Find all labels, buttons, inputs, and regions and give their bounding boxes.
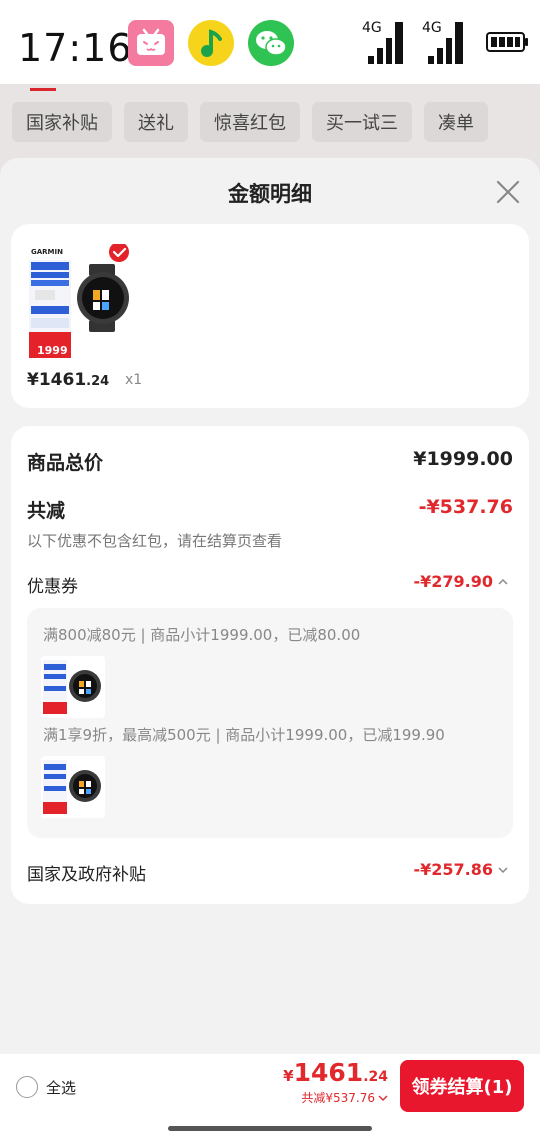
tab-gift[interactable]: 送礼 — [124, 102, 188, 142]
coupon-item-desc: 满1享9折，最高减500元 | 商品小计1999.00，已减199.90 — [43, 726, 445, 744]
product-card: GARMIN 1999 ¥1461.24 x1 — [11, 224, 529, 408]
cellular-signal-icon: 4G — [362, 18, 408, 66]
total-price-int: 1461 — [293, 1058, 364, 1087]
chevron-down-icon — [498, 866, 508, 873]
qq-music-icon — [188, 20, 234, 66]
coupon-toggle[interactable]: -¥279.90 — [413, 572, 509, 591]
product-price-int: 1461 — [38, 370, 87, 390]
cellular-signal-icon-2: 4G — [422, 18, 468, 66]
price-detail-card: 商品总价 ¥1999.00 共减 -¥537.76 以下优惠不包含红包，请在结算… — [11, 426, 529, 904]
signal-label: 4G — [362, 20, 382, 36]
subsidy-value: -¥257.86 — [413, 860, 493, 879]
active-indicator — [30, 88, 56, 91]
coupon-item-product-image — [41, 756, 105, 818]
status-bar: 17:16 4G 4G — [0, 0, 540, 84]
battery-icon — [486, 31, 530, 53]
total-saved-text: 共减¥537.76 — [301, 1091, 375, 1105]
subsidy-toggle[interactable]: -¥257.86 — [413, 860, 509, 879]
product-image[interactable]: GARMIN 1999 — [27, 242, 145, 360]
amount-detail-sheet: 金额明细 GARMIN 1999 ¥1461.24 x1 商品总价 ¥1999.… — [0, 158, 540, 1140]
chevron-up-icon — [498, 578, 508, 585]
total-price-dec: .24 — [363, 1069, 388, 1085]
signal-label-2: 4G — [422, 20, 442, 36]
product-image-price: 1999 — [37, 344, 68, 357]
coupon-label: 优惠券 — [27, 577, 78, 597]
product-price-dec: .24 — [86, 374, 110, 389]
coupon-item-product-image — [41, 656, 105, 718]
coupon-value: -¥279.90 — [413, 572, 493, 591]
total-price: ¥1461.24 — [283, 1058, 388, 1087]
select-all-toggle[interactable]: 全选 — [16, 1076, 76, 1098]
sheet-title: 金额明细 — [228, 182, 312, 206]
total-price-value: ¥1999.00 — [413, 448, 513, 470]
tab-buy-one-try-three[interactable]: 买一试三 — [312, 102, 412, 142]
wechat-icon — [248, 20, 294, 66]
background-tabs: 国家补贴 送礼 惊喜红包 买一试三 凑单 — [12, 102, 488, 142]
total-price-label: 商品总价 — [27, 452, 104, 474]
status-time: 17:16 — [18, 26, 133, 70]
select-all-radio[interactable] — [16, 1076, 38, 1098]
total-block: ¥1461.24 共减¥537.76 — [283, 1058, 388, 1106]
product-price-symbol: ¥ — [27, 370, 39, 390]
product-price: ¥1461.24 — [27, 370, 109, 390]
checkout-button[interactable]: 领券结算(1) — [400, 1060, 524, 1112]
home-indicator[interactable] — [168, 1126, 372, 1131]
tab-add-on[interactable]: 凑单 — [424, 102, 488, 142]
discount-note: 以下优惠不包含红包，请在结算页查看 — [27, 532, 283, 550]
coupon-details-box: 满800减80元 | 商品小计1999.00，已减80.00 满1享9折，最高减 — [27, 608, 513, 838]
discount-value: -¥537.76 — [418, 496, 513, 518]
total-price-symbol: ¥ — [283, 1067, 294, 1085]
chevron-down-icon — [378, 1095, 388, 1101]
tab-surprise-redpacket[interactable]: 惊喜红包 — [200, 102, 300, 142]
subsidy-label: 国家及政府补贴 — [27, 865, 146, 885]
bilibili-icon — [128, 20, 174, 66]
select-all-label: 全选 — [46, 1078, 77, 1097]
product-quantity: x1 — [125, 372, 143, 388]
total-saved-toggle[interactable]: 共减¥537.76 — [283, 1089, 388, 1106]
discount-label: 共减 — [27, 500, 66, 522]
tab-national-subsidy[interactable]: 国家补贴 — [12, 102, 112, 142]
product-image-brand: GARMIN — [31, 248, 63, 256]
checkout-bar: 全选 ¥1461.24 共减¥537.76 领券结算(1) — [0, 1054, 540, 1140]
coupon-item-desc: 满800减80元 | 商品小计1999.00，已减80.00 — [43, 626, 361, 644]
close-icon[interactable] — [494, 178, 522, 206]
